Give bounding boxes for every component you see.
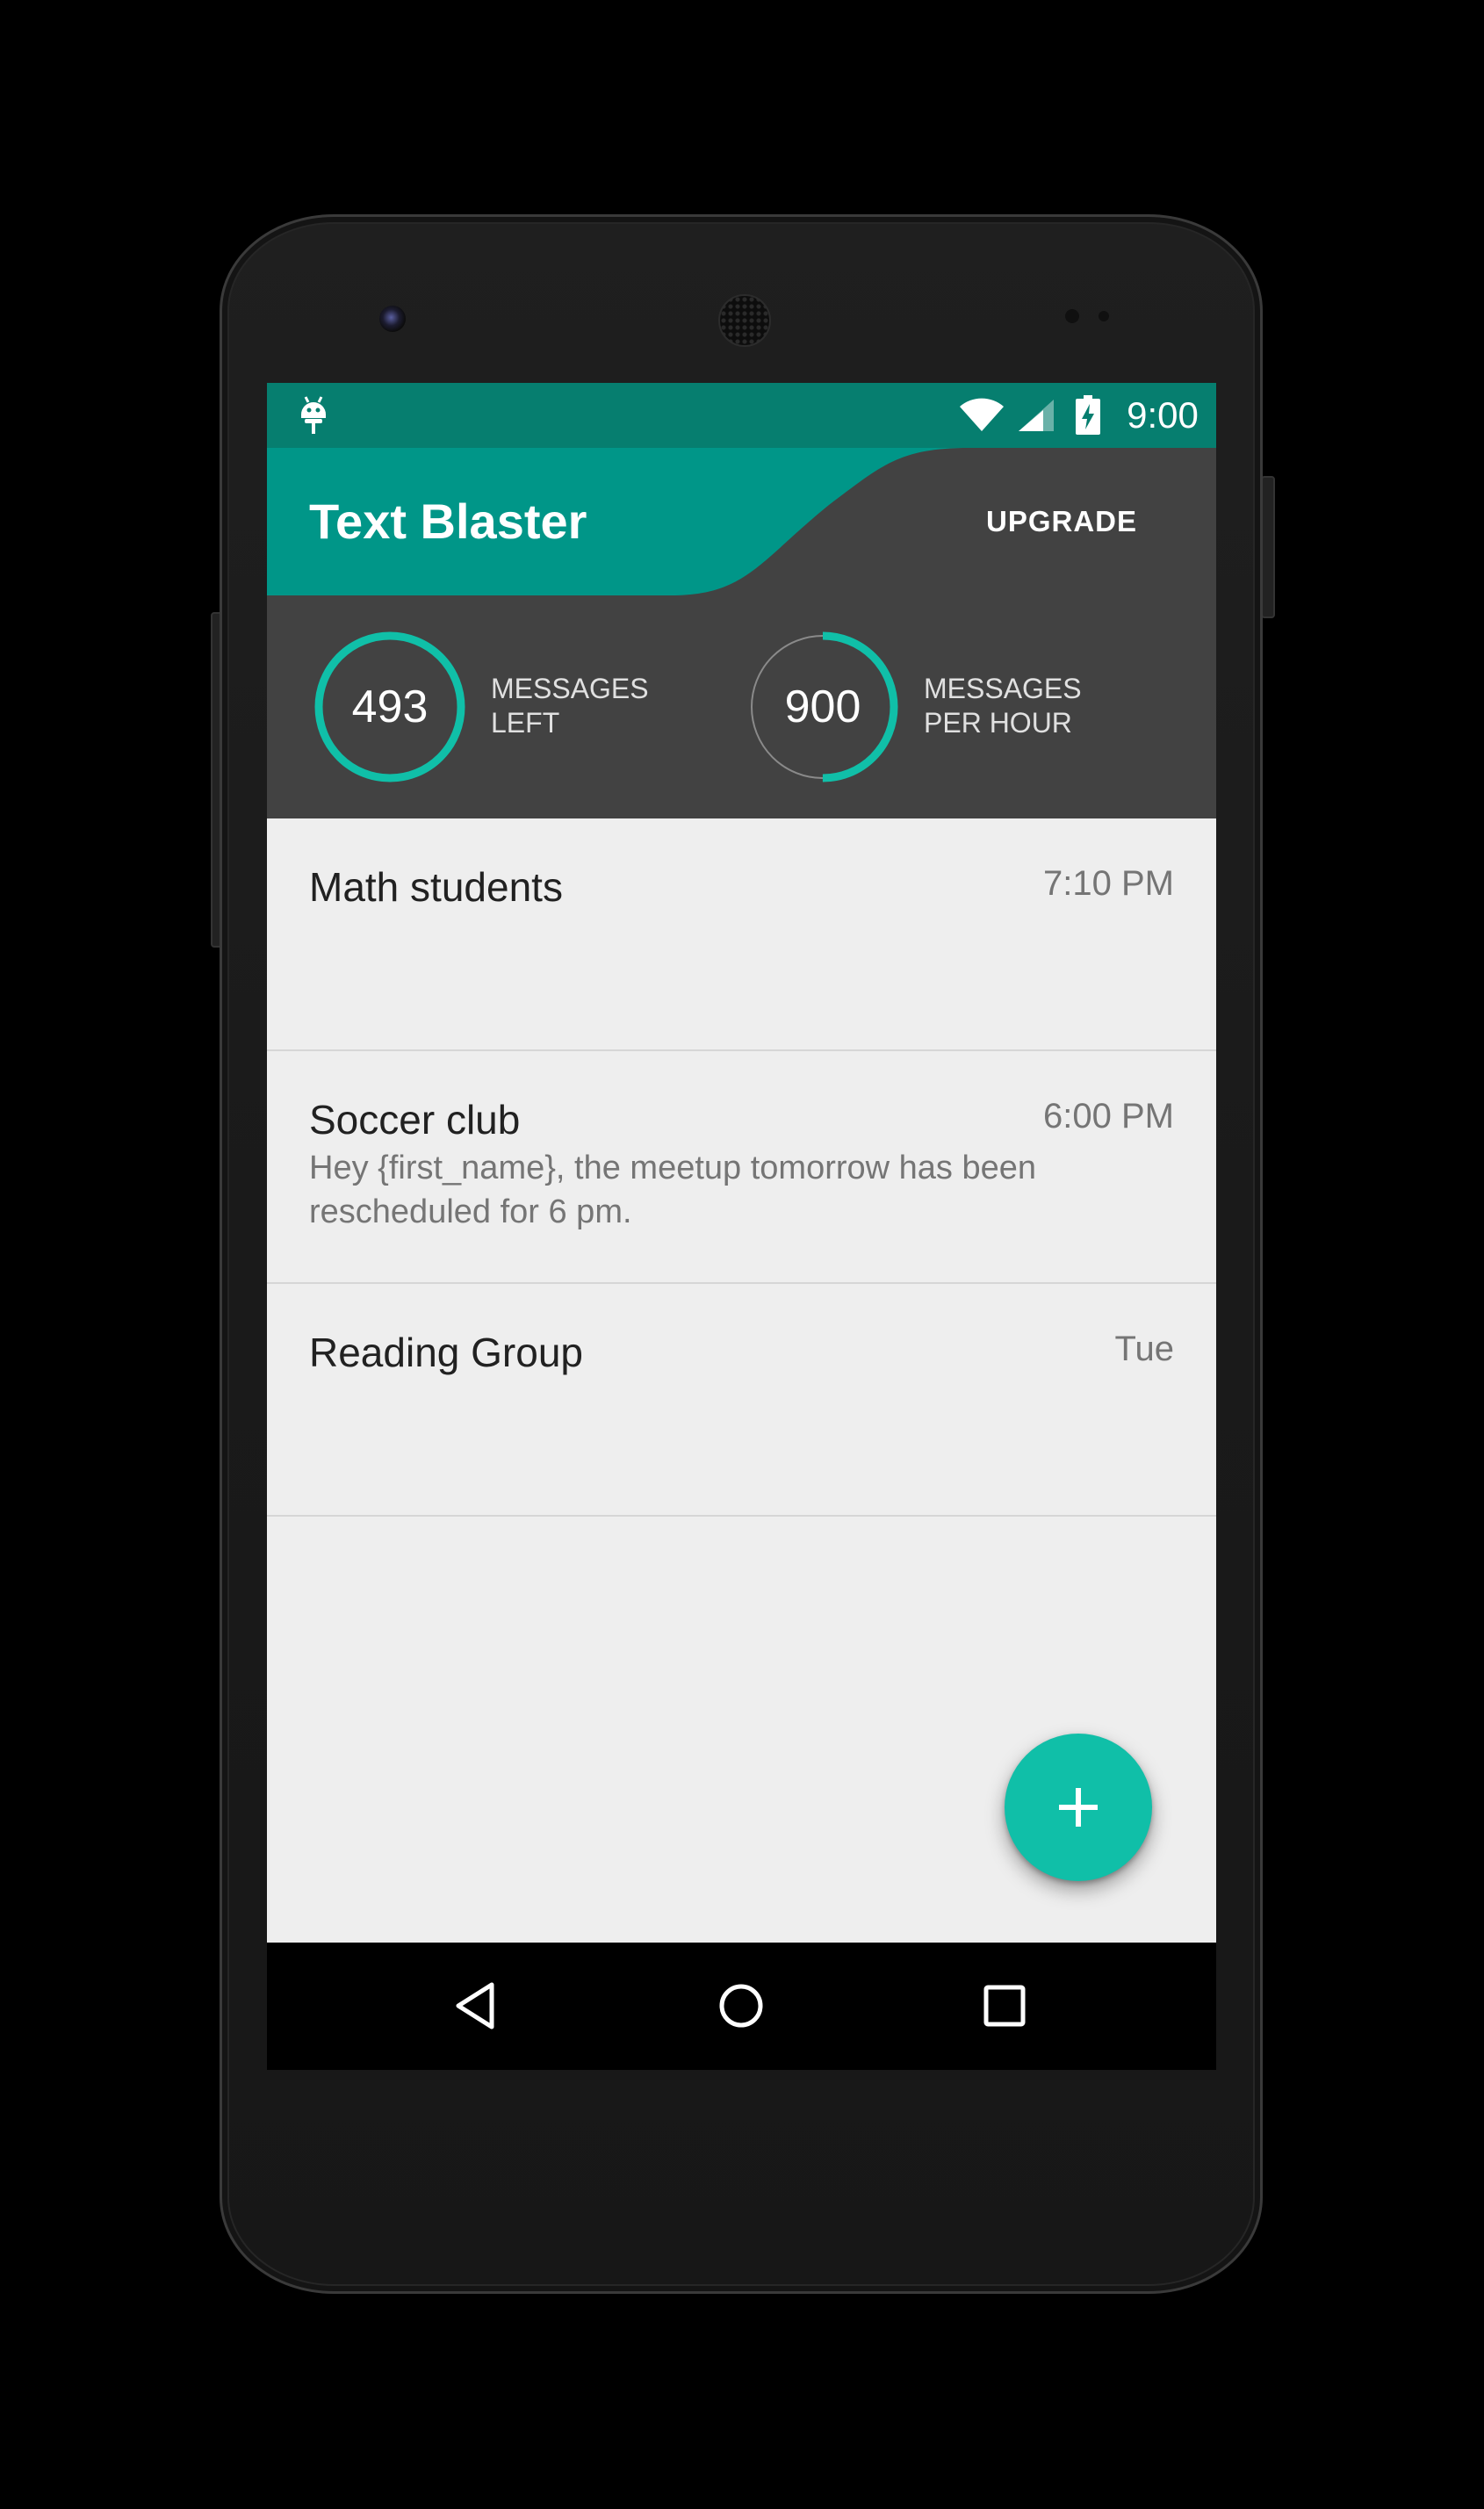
messages-per-hour-label: MESSAGES PER HOUR [924,672,1143,740]
recents-button[interactable] [961,1962,1048,2050]
group-name: Reading Group [309,1330,583,1375]
earpiece-speaker [718,294,771,347]
screen: 9:00 Text Blaster UPGRADE 493 MESSAGES L… [267,383,1216,2070]
group-list: Math students 7:10 PM Soccer club 6:00 P… [267,818,1216,1517]
messages-left-stat: 493 MESSAGES LEFT [311,628,715,786]
front-camera [379,306,406,332]
group-name: Soccer club [309,1097,521,1143]
proximity-sensor [1065,309,1079,323]
app-bar: Text Blaster UPGRADE [267,448,1216,595]
home-icon [719,1984,763,2028]
group-time: 6:00 PM [1043,1097,1174,1136]
add-group-button[interactable] [1005,1734,1152,1881]
messages-left-label-line2: LEFT [491,707,560,739]
list-item-math-students[interactable]: Math students 7:10 PM [267,818,1216,1051]
list-item-soccer-club[interactable]: Soccer club 6:00 PM Hey {first_name}, th… [267,1051,1216,1284]
status-time: 9:00 [1127,394,1199,436]
app-title: Text Blaster [309,494,587,549]
upgrade-button[interactable]: UPGRADE [961,485,1163,559]
recents-icon [983,1985,1026,2027]
signal-icon [1019,400,1054,431]
messages-left-value: 493 [351,681,429,732]
light-sensor [1099,311,1109,321]
group-time: 7:10 PM [1043,864,1174,903]
battery-charging-icon [1076,395,1100,435]
status-bar: 9:00 [267,383,1216,448]
wifi-icon [960,398,1004,431]
message-preview: Hey {first_name}, the meetup tomorrow ha… [309,1150,1037,1230]
navigation-bar [267,1943,1216,2070]
android-icon [301,396,326,434]
stats-panel: 493 MESSAGES LEFT 900 MESSAGES PER HOUR [267,595,1216,818]
plus-icon [1059,1788,1098,1827]
messages-per-hour-value: 900 [784,681,861,732]
back-icon [456,1982,494,2030]
back-button[interactable] [434,1962,522,2050]
list-item-reading-group[interactable]: Reading Group Tue [267,1284,1216,1517]
group-time: Tue [1114,1330,1174,1368]
power-button [1261,476,1275,618]
stage: 9:00 Text Blaster UPGRADE 493 MESSAGES L… [0,0,1484,2509]
messages-left-label-line1: MESSAGES [491,673,649,704]
home-button[interactable] [697,1962,785,2050]
messages-left-label: MESSAGES LEFT [491,672,710,740]
messages-per-hour-label-line1: MESSAGES [924,673,1082,704]
messages-per-hour-stat: 900 MESSAGES PER HOUR [744,628,1148,786]
group-name: Math students [309,864,563,910]
messages-per-hour-label-line2: PER HOUR [924,707,1072,739]
